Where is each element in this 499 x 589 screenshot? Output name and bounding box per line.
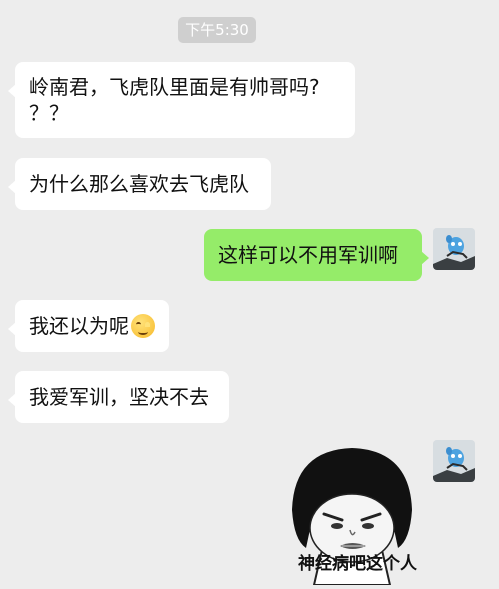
- smiling-blush-emoji-icon: [131, 314, 155, 338]
- message-bubble-right[interactable]: 这样可以不用军训啊: [204, 229, 429, 281]
- sticker-caption: 神经病吧这个人: [298, 554, 417, 574]
- blue-cartoon-avatar-icon: [433, 228, 475, 270]
- message-bubble-left[interactable]: 为什么那么喜欢去飞虎队: [8, 158, 271, 210]
- message-text-line: ？？: [29, 101, 69, 125]
- message-bubble-left[interactable]: 我还以为呢: [8, 300, 169, 352]
- message-bubble-left[interactable]: 岭南君，飞虎队里面是有帅哥吗? ？？: [8, 62, 355, 138]
- message-text: 我爱军训，坚决不去: [29, 385, 209, 409]
- blue-cartoon-avatar-icon: [433, 440, 475, 482]
- timestamp-pill: 下午5:30: [178, 17, 256, 43]
- user-avatar[interactable]: [433, 228, 475, 270]
- message-text: 为什么那么喜欢去飞虎队: [29, 172, 249, 196]
- message-text-line: 岭南君，飞虎队里面是有帅哥吗?: [29, 75, 320, 99]
- user-avatar[interactable]: [433, 440, 475, 482]
- message-text: 我还以为呢: [29, 314, 129, 338]
- message-text: 这样可以不用军训啊: [218, 243, 398, 267]
- message-bubble-left[interactable]: 我爱军训，坚决不去: [8, 371, 229, 423]
